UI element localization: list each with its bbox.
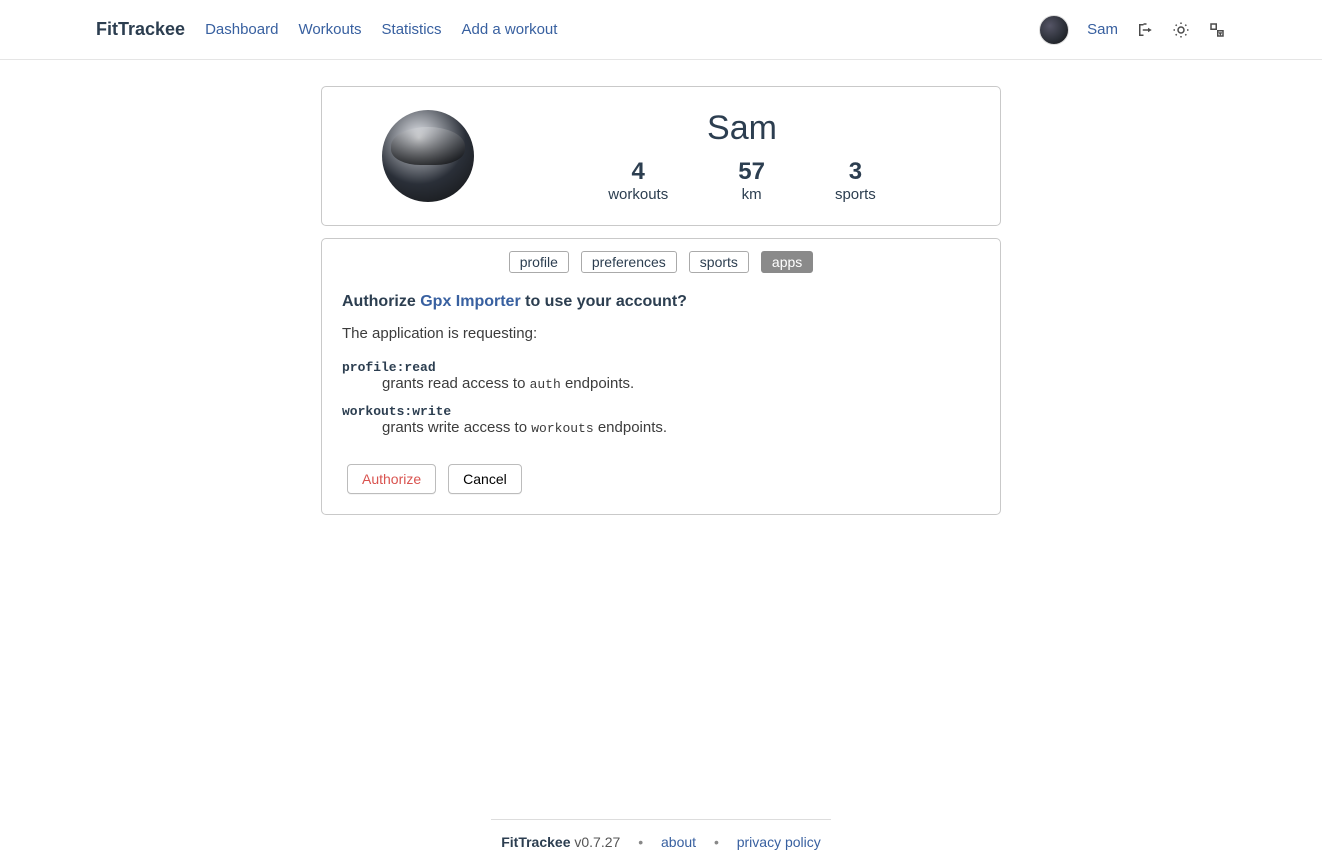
nav-statistics[interactable]: Statistics [382,21,442,38]
tab-profile[interactable]: profile [509,251,569,273]
scope-name: profile:read [342,360,980,375]
footer-brand: FitTrackee [501,834,570,850]
theme-icon[interactable] [1172,21,1190,39]
footer-about-link[interactable]: about [661,834,696,850]
app-name-link[interactable]: Gpx Importer [420,293,520,310]
avatar-small[interactable] [1039,15,1069,45]
profile-card: Sam 4 workouts 57 km 3 sports [321,86,1001,226]
authorize-prefix: Authorize [342,293,420,310]
scope-desc-post: endpoints. [594,419,667,436]
scope-desc-pre: grants read access to [382,375,530,392]
profile-name: Sam [514,109,970,148]
tab-sports[interactable]: sports [689,251,749,273]
tab-preferences[interactable]: preferences [581,251,677,273]
navbar-right: Sam [1039,15,1226,45]
scope-item: workouts:write grants write access to wo… [342,404,980,436]
scope-desc-code: workouts [531,421,593,436]
logout-icon[interactable] [1136,21,1154,39]
stat-sports: 3 sports [835,158,876,203]
avatar-large [382,110,474,202]
stat-km: 57 km [738,158,765,203]
nav-workouts[interactable]: Workouts [298,21,361,38]
authorize-suffix: to use your account? [521,293,687,310]
footer: FitTrackee v0.7.27 • about • privacy pol… [0,805,1322,860]
authorize-heading: Authorize Gpx Importer to use your accou… [342,293,980,311]
stat-workouts-value: 4 [608,158,668,186]
tabs-row: profile preferences sports apps [342,251,980,273]
stat-workouts-label: workouts [608,186,668,203]
separator: • [714,834,719,850]
stat-sports-value: 3 [835,158,876,186]
cancel-button[interactable]: Cancel [448,464,522,494]
authorize-button[interactable]: Authorize [347,464,436,494]
footer-version: v0.7.27 [570,834,620,850]
scope-desc: grants read access to auth endpoints. [382,375,980,392]
user-link[interactable]: Sam [1087,21,1118,38]
scope-name: workouts:write [342,404,980,419]
stat-km-label: km [738,186,765,203]
scope-desc-post: endpoints. [561,375,634,392]
scope-desc: grants write access to workouts endpoint… [382,419,980,436]
scope-item: profile:read grants read access to auth … [342,360,980,392]
nav-add-workout[interactable]: Add a workout [462,21,558,38]
navbar: FitTrackee Dashboard Workouts Statistics… [0,0,1322,60]
authorize-card: profile preferences sports apps Authoriz… [321,238,1001,515]
brand[interactable]: FitTrackee [96,19,185,40]
scope-desc-pre: grants write access to [382,419,531,436]
stats-row: 4 workouts 57 km 3 sports [514,158,970,203]
separator: • [638,834,643,850]
navbar-left: FitTrackee Dashboard Workouts Statistics… [96,19,557,40]
stat-workouts: 4 workouts [608,158,668,203]
nav-dashboard[interactable]: Dashboard [205,21,278,38]
scope-list: profile:read grants read access to auth … [342,360,980,436]
stat-km-value: 57 [738,158,765,186]
language-icon[interactable] [1208,21,1226,39]
footer-privacy-link[interactable]: privacy policy [737,834,821,850]
action-row: Authorize Cancel [347,464,980,494]
scope-desc-code: auth [530,377,561,392]
authorize-subtext: The application is requesting: [342,325,980,342]
stat-sports-label: sports [835,186,876,203]
stats-area: Sam 4 workouts 57 km 3 sports [514,109,970,203]
tab-apps[interactable]: apps [761,251,813,273]
